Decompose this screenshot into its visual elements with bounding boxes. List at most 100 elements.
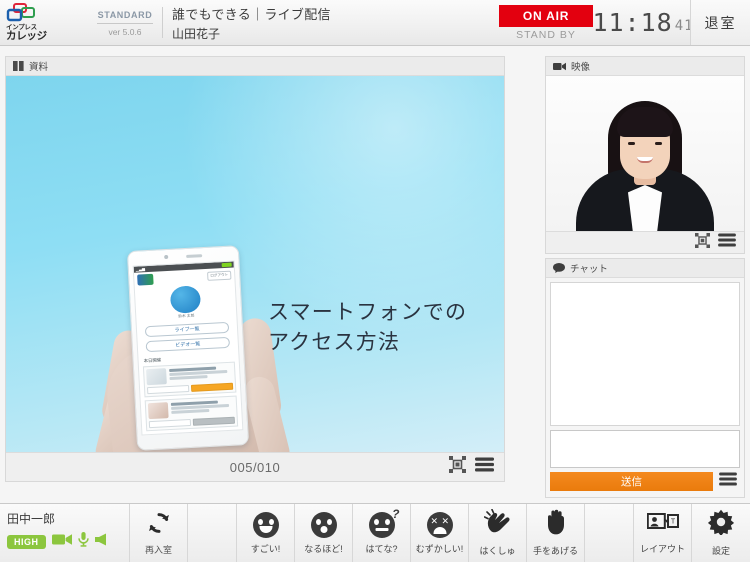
- eye: [326, 518, 332, 525]
- book-icon: [13, 61, 24, 71]
- slide-control-icons: [449, 456, 504, 478]
- eye: [628, 142, 635, 145]
- chat-send-button[interactable]: 送信: [550, 472, 713, 491]
- local-user-name: 田中一郎: [7, 512, 56, 526]
- onair-block: ON AIR STAND BY: [496, 0, 596, 45]
- phone-event-action: [192, 416, 236, 426]
- mouth: [433, 526, 446, 534]
- slide-title-line1: スマートフォンでの: [268, 301, 468, 324]
- exit-room-button[interactable]: 退室: [690, 0, 750, 45]
- reaction-button-i-see[interactable]: なるほど!: [295, 504, 353, 562]
- eye: [655, 142, 662, 145]
- reaction-button-difficult[interactable]: ✕ ✕ むずかしい!: [411, 504, 469, 562]
- chat-panel: チャット 送信: [545, 258, 745, 498]
- reaction-button-question[interactable]: ? はてな?: [353, 504, 411, 562]
- phone-event-card-row: [146, 365, 233, 386]
- smiley-happy-icon: [252, 511, 279, 538]
- fullscreen-icon[interactable]: [449, 456, 466, 478]
- video-panel-header: 映像: [546, 57, 744, 76]
- video-panel-title: 映像: [571, 62, 591, 73]
- phone-event-action: [146, 385, 190, 395]
- local-user-status: 田中一郎 HIGH: [0, 504, 130, 562]
- mouth: [259, 525, 272, 533]
- reaction-button-applause[interactable]: はくしゅ: [469, 504, 527, 562]
- phone-logout-button: ログアウト: [207, 270, 232, 281]
- clapping-hands-icon: [483, 508, 512, 540]
- eye: [373, 518, 379, 525]
- brand-name-line2: カレッジ: [6, 29, 47, 42]
- phone-event-card: [144, 395, 239, 432]
- chat-input[interactable]: [550, 430, 740, 468]
- phone-user-name: 鈴木 太郎: [178, 313, 195, 319]
- phone-event-thumbnail: [146, 368, 167, 386]
- eye: [257, 518, 263, 525]
- chat-message-log[interactable]: [550, 282, 740, 426]
- video-control-bar: [546, 231, 744, 253]
- reaction-label: なるほど!: [304, 543, 343, 554]
- toolbar-spacer: [188, 504, 237, 562]
- hamburger-menu-icon[interactable]: [719, 472, 737, 491]
- reaction-label: むずかしい!: [415, 543, 464, 554]
- phone-video-list-button: ビデオ一覧: [145, 336, 231, 353]
- shirt: [628, 185, 662, 231]
- mouth: [320, 525, 327, 533]
- settings-button[interactable]: 設定: [692, 504, 750, 562]
- reaction-button-amazing[interactable]: すごい!: [237, 504, 295, 562]
- impress-logo-icon: [6, 3, 36, 23]
- materials-panel-title: 資料: [29, 62, 49, 73]
- fullscreen-icon[interactable]: [695, 232, 710, 253]
- video-stage[interactable]: [546, 76, 744, 231]
- settings-label: 設定: [711, 546, 730, 556]
- layout-button[interactable]: T レイアウト: [634, 504, 692, 562]
- presenter-video-image: [575, 99, 715, 231]
- version-label: ver 5.0.6: [108, 27, 142, 37]
- slide-title-line2: アクセス方法: [268, 330, 401, 354]
- question-mark: ?: [392, 506, 400, 521]
- smiley-surprised-icon: [310, 511, 337, 538]
- slide-page-indicator: 005/010: [229, 459, 281, 475]
- phone-screen: ▁▃▅ ログアウト 鈴木 太郎 ライブ一覧 ビデオ一覧 本日開催: [132, 260, 244, 436]
- timer-hours-minutes: 11:18: [592, 8, 673, 37]
- slide-title-text: スマートフォンでの アクセス方法: [268, 298, 467, 358]
- phone-app-logo-icon: [137, 273, 154, 286]
- rejoin-button[interactable]: 再入室: [130, 504, 188, 562]
- version-divider: [97, 23, 153, 24]
- phone-speaker: [186, 253, 203, 258]
- smartphone-mockup: ▁▃▅ ログアウト 鈴木 太郎 ライブ一覧 ビデオ一覧 本日開催: [126, 245, 250, 451]
- page-title: 誰でもできる｜ライブ配信: [172, 6, 331, 22]
- hamburger-menu-icon[interactable]: [475, 457, 494, 477]
- materials-panel-header: 資料: [6, 57, 504, 76]
- eye: [268, 518, 274, 525]
- local-device-icons: HIGH: [7, 532, 129, 552]
- reaction-label: すごい!: [250, 543, 281, 554]
- hand-holding-phone-illustration: ▁▃▅ ログアウト 鈴木 太郎 ライブ一覧 ビデオ一覧 本日開催: [92, 226, 293, 452]
- reaction-button-raise-hand[interactable]: 手をあげる: [527, 504, 585, 562]
- speech-bubble-icon: [553, 263, 565, 273]
- gear-icon: [707, 509, 735, 540]
- signal-icon: ▁▃▅: [135, 266, 146, 272]
- phone-camera-icon: [164, 254, 169, 260]
- camcorder-icon: [553, 62, 566, 71]
- quality-badge: HIGH: [7, 535, 46, 549]
- reaction-label: 手をあげる: [532, 546, 578, 556]
- brand-mark-row: [6, 3, 84, 25]
- phone-user-avatar: [169, 285, 202, 315]
- reaction-label: はてな?: [365, 543, 398, 554]
- session-title-block: 誰でもできる｜ライブ配信 山田花子: [163, 0, 496, 45]
- camera-icon[interactable]: [51, 533, 72, 551]
- slide-stage[interactable]: ▁▃▅ ログアウト 鈴木 太郎 ライブ一覧 ビデオ一覧 本日開催 スマートフォン…: [6, 76, 504, 452]
- toolbar-spacer: [585, 504, 634, 562]
- microphone-icon[interactable]: [77, 532, 89, 552]
- brand-logo: インプレス カレッジ: [0, 0, 88, 45]
- svg-text:T: T: [670, 519, 675, 526]
- chat-panel-header: チャット: [546, 259, 744, 278]
- chat-panel-title: チャット: [570, 264, 608, 275]
- hamburger-menu-icon[interactable]: [718, 233, 736, 252]
- hair-front: [617, 107, 673, 137]
- reaction-label: はくしゅ: [479, 546, 516, 556]
- phone-event-thumbnail: [147, 402, 169, 420]
- layout-icon: T: [646, 511, 679, 538]
- top-bar: インプレス カレッジ STANDARD ver 5.0.6 誰でもできる｜ライブ…: [0, 0, 750, 46]
- speaker-icon[interactable]: [94, 533, 109, 551]
- eye: ✕: [430, 515, 439, 526]
